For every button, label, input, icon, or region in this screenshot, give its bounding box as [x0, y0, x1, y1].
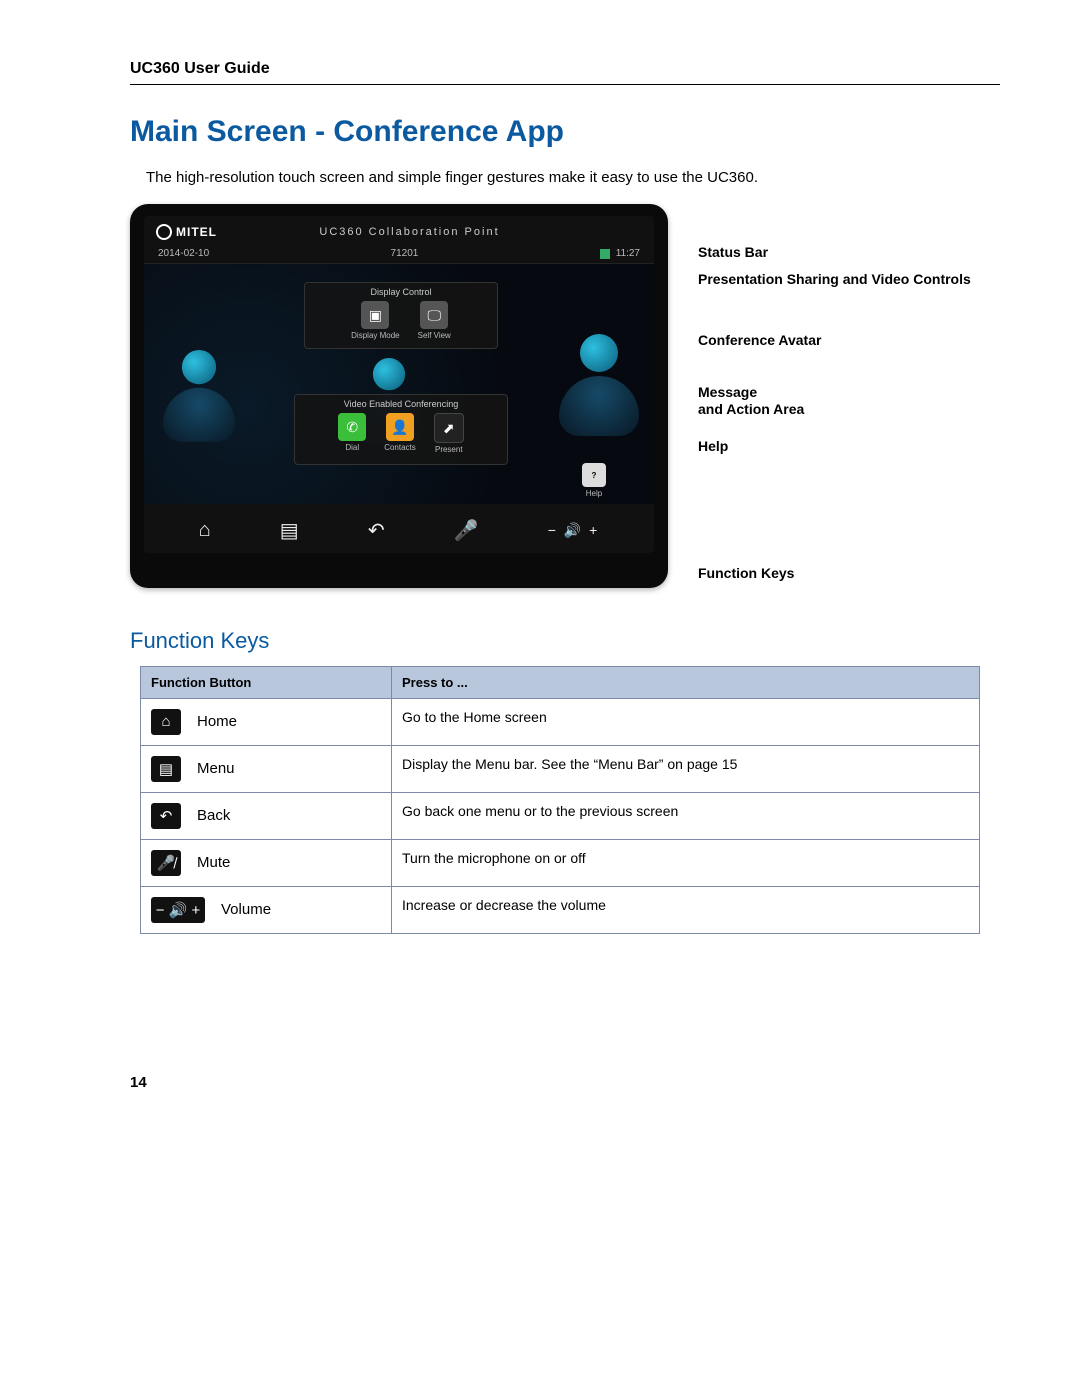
function-description: Display the Menu bar. See the “Menu Bar”…	[392, 745, 980, 792]
home-key[interactable]: ⌂	[199, 519, 211, 542]
function-label: Volume	[221, 901, 271, 918]
volume-key[interactable]: − 🔊 +	[548, 522, 600, 539]
callout-function-keys: Function Keys	[698, 565, 971, 582]
table-row: ⌂ Home Go to the Home screen	[141, 698, 980, 745]
function-label: Home	[197, 713, 237, 730]
callout-presentation: Presentation Sharing and Video Controls	[698, 271, 971, 288]
function-description: Increase or decrease the volume	[392, 886, 980, 933]
video-conf-panel: Video Enabled Conferencing ✆ Dial 👤 Cont…	[294, 394, 508, 465]
screen-body: Display Control ▣ Display Mode 🖵 Self Vi…	[144, 264, 654, 504]
present-button[interactable]: ⬈ Present	[434, 413, 464, 454]
page-title: Main Screen - Conference App	[130, 115, 1000, 149]
table-header-press: Press to ...	[392, 666, 980, 698]
device-frame: MITEL UC360 Collaboration Point 2014-02-…	[130, 204, 668, 588]
function-label: Menu	[197, 760, 235, 777]
function-description: Go to the Home screen	[392, 698, 980, 745]
table-row: ↶ Back Go back one menu or to the previous…	[141, 792, 980, 839]
contacts-button[interactable]: 👤 Contacts	[384, 413, 416, 454]
menu-icon: ▤	[151, 756, 181, 782]
help-button[interactable]: ? Help	[582, 463, 606, 498]
table-row: ▤ Menu Display the Menu bar. See the “Menu…	[141, 745, 980, 792]
presence-icon	[600, 249, 610, 259]
back-key[interactable]: ↶	[368, 518, 385, 543]
function-key-row: ⌂ ▤ ↶ 🎤 − 🔊 +	[144, 504, 654, 553]
self-view-button[interactable]: 🖵 Self View	[418, 301, 451, 340]
section-heading: Function Keys	[130, 628, 1000, 654]
table-row: − 🔊 + Volume Increase or decrease the volu…	[141, 886, 980, 933]
callout-avatar: Conference Avatar	[698, 332, 971, 349]
mute-icon: 🎤̸	[151, 850, 181, 876]
status-time: 11:27	[616, 248, 640, 259]
function-label: Back	[197, 807, 230, 824]
table-header-function: Function Button	[141, 666, 392, 698]
status-extension: 71201	[391, 248, 419, 259]
mute-key[interactable]: 🎤	[454, 518, 479, 543]
function-description: Turn the microphone on or off	[392, 839, 980, 886]
question-icon: ?	[582, 463, 606, 487]
table-row: 🎤̸ Mute Turn the microphone on or off	[141, 839, 980, 886]
mitel-logo-icon	[156, 224, 172, 240]
conference-avatar	[159, 350, 240, 458]
page-number: 14	[130, 1074, 1000, 1091]
present-icon: ⬈	[434, 413, 464, 443]
display-control-panel: Display Control ▣ Display Mode 🖵 Self Vi…	[304, 282, 498, 349]
contacts-icon: 👤	[386, 413, 414, 441]
volume-icon: − 🔊 +	[151, 897, 205, 923]
callout-help: Help	[698, 438, 971, 455]
monitor-icon: ▣	[361, 301, 389, 329]
dial-button[interactable]: ✆ Dial	[338, 413, 366, 454]
function-keys-table: Function Button Press to ... ⌂ Home Go to …	[140, 666, 980, 934]
function-description: Go back one menu or to the previous scre…	[392, 792, 980, 839]
collab-title: UC360 Collaboration Point	[217, 226, 602, 238]
status-bar: 2014-02-10 71201 11:27	[144, 244, 654, 264]
callout-status-bar: Status Bar	[698, 244, 971, 261]
display-control-label: Display Control	[311, 287, 491, 297]
self-view-icon: 🖵	[420, 301, 448, 329]
doc-header: UC360 User Guide	[130, 60, 1000, 85]
phone-icon: ✆	[338, 413, 366, 441]
brand-logo: MITEL	[156, 224, 217, 240]
status-date: 2014-02-10	[158, 248, 209, 259]
callout-labels: Status Bar Presentation Sharing and Vide…	[698, 204, 971, 588]
back-icon: ↶	[151, 803, 181, 829]
home-icon: ⌂	[151, 709, 181, 735]
menu-key[interactable]: ▤	[280, 518, 299, 543]
conference-avatar	[554, 334, 644, 454]
intro-text: The high-resolution touch screen and sim…	[146, 169, 1000, 186]
video-conf-label: Video Enabled Conferencing	[301, 399, 501, 409]
function-label: Mute	[197, 854, 230, 871]
display-mode-button[interactable]: ▣ Display Mode	[351, 301, 399, 340]
callout-message: Message and Action Area	[698, 384, 971, 418]
